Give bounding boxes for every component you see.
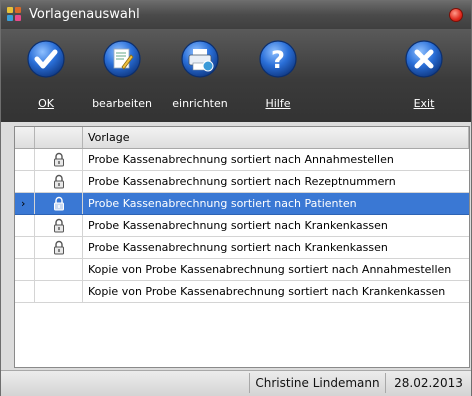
printer-setup-icon [181,40,219,78]
lock-icon [54,196,64,211]
exit-button[interactable]: Exit [389,35,459,119]
edit-button-label: bearbeiten [92,97,152,110]
checkmark-icon [27,40,65,78]
template-grid[interactable]: Vorlage Probe Kassenabrechnung sortiert … [14,126,470,368]
table-row[interactable]: Probe Kassenabrechnung sortiert nach Kra… [15,215,469,237]
status-bar: Christine Lindemann 28.02.2013 [1,370,471,396]
help-button-label: Hilfe [265,97,291,110]
setup-button[interactable]: einrichten [165,35,235,119]
window-title: Vorlagenauswahl [29,7,140,22]
row-template-name: Probe Kassenabrechnung sortiert nach Kra… [88,219,388,232]
row-template-name: Probe Kassenabrechnung sortiert nach Ann… [88,153,394,166]
window-close-button[interactable] [449,8,463,22]
table-row[interactable]: › Probe Kassenabrechnung sortiert nach Pa… [15,193,469,215]
row-lock-cell [35,259,83,280]
table-row[interactable]: Kopie von Probe Kassenabrechnung sortier… [15,259,469,281]
row-lock-cell [35,281,83,302]
row-lock-cell [35,193,83,214]
toolbar: OK bearbeiten einrichten ? Hilfe Exit [1,29,471,122]
app-grid-icon [7,7,23,23]
row-lock-cell [35,149,83,170]
row-template-name: Probe Kassenabrechnung sortiert nach Pat… [88,197,357,210]
row-indicator-cell [15,259,35,280]
row-indicator-cell [15,281,35,302]
edit-button[interactable]: bearbeiten [87,35,157,119]
lock-icon [54,174,64,189]
row-indicator-cell [15,237,35,258]
status-date: 28.02.2013 [385,373,471,393]
table-row[interactable]: Probe Kassenabrechnung sortiert nach Kra… [15,237,469,259]
lock-icon [54,152,64,167]
row-indicator-cell: › [15,193,35,214]
row-indicator-cell [15,149,35,170]
header-indicator-cell [15,127,35,148]
close-x-icon [405,40,443,78]
table-row[interactable]: Kopie von Probe Kassenabrechnung sortier… [15,281,469,303]
svg-text:?: ? [271,46,285,74]
row-lock-cell [35,171,83,192]
template-selection-window: Vorlagenauswahl OK bearbeiten einrichten… [0,0,472,396]
header-lock-cell [35,127,83,148]
row-template-name: Probe Kassenabrechnung sortiert nach Rez… [88,175,396,188]
table-row[interactable]: Probe Kassenabrechnung sortiert nach Ann… [15,149,469,171]
row-template-name: Probe Kassenabrechnung sortiert nach Kra… [88,241,388,254]
lock-icon [54,240,64,255]
row-indicator-cell [15,171,35,192]
current-row-arrow-icon: › [21,197,26,210]
row-lock-cell [35,215,83,236]
help-button[interactable]: ? Hilfe [243,35,313,119]
row-indicator-cell [15,215,35,236]
status-user: Christine Lindemann [249,373,385,393]
exit-button-label: Exit [413,97,435,110]
setup-button-label: einrichten [172,97,228,110]
table-row[interactable]: Probe Kassenabrechnung sortiert nach Rez… [15,171,469,193]
title-bar[interactable]: Vorlagenauswahl [1,1,471,29]
ok-button[interactable]: OK [11,35,81,119]
grid-header-row: Vorlage [15,127,469,149]
edit-document-icon [103,40,141,78]
lock-icon [54,218,64,233]
ok-button-label: OK [38,97,54,110]
row-template-name: Kopie von Probe Kassenabrechnung sortier… [88,285,446,298]
row-lock-cell [35,237,83,258]
help-icon: ? [259,40,297,78]
column-header-vorlage[interactable]: Vorlage [83,127,469,148]
row-template-name: Kopie von Probe Kassenabrechnung sortier… [88,263,452,276]
